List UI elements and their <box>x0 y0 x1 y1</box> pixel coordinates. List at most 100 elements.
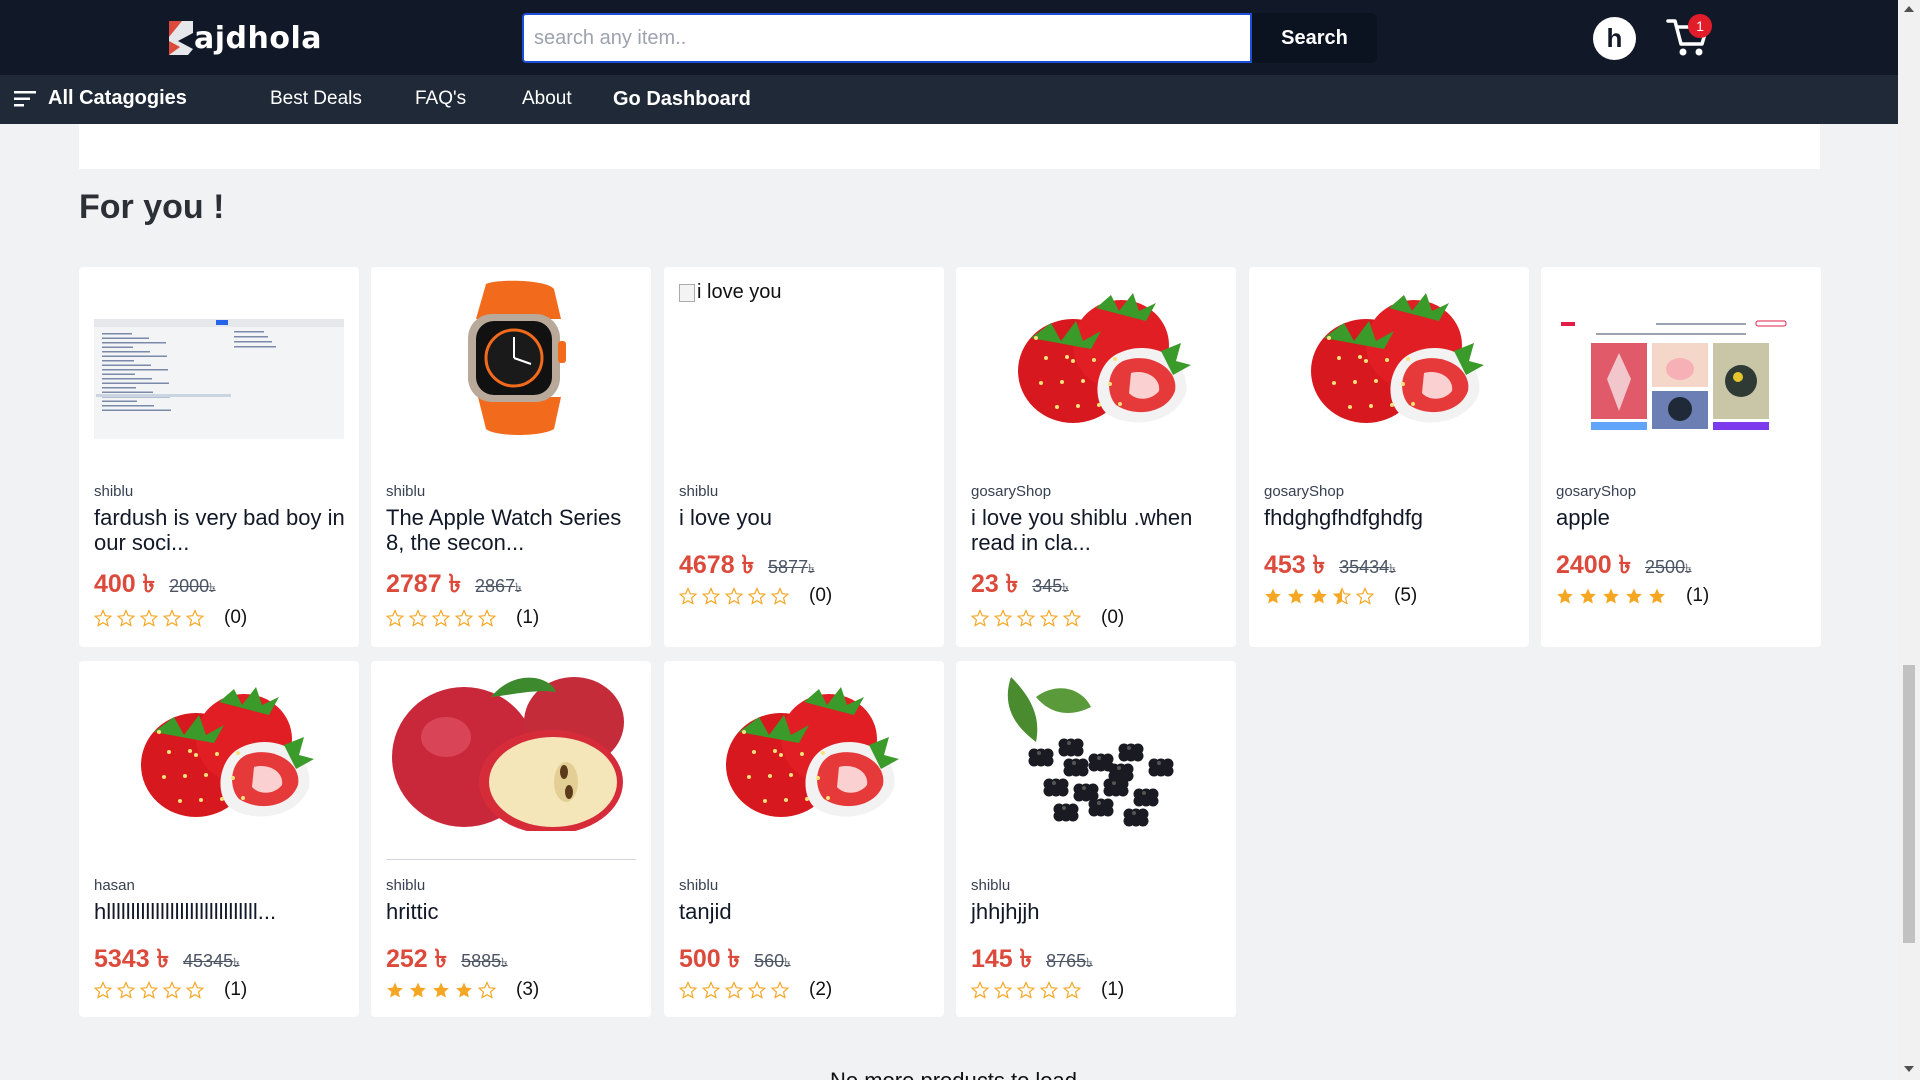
product-card[interactable]: shiblu hrittic 252 ৳ 5885৳ (3) <box>371 661 651 1017</box>
product-image[interactable] <box>1264 279 1514 437</box>
all-categories-label: All Catagogies <box>48 87 187 109</box>
cart-badge: 1 <box>1688 14 1712 38</box>
product-rating: (0) <box>971 607 1124 629</box>
product-rating: (1) <box>94 979 247 1001</box>
product-image[interactable] <box>971 673 1221 831</box>
product-seller: shiblu <box>94 483 134 500</box>
rating-count: (2) <box>809 979 833 1000</box>
product-seller: shiblu <box>971 877 1011 894</box>
price-row: 2787 ৳ 2867৳ <box>386 564 522 607</box>
price-row: 2400 ৳ 2500৳ <box>1556 545 1692 588</box>
rating-count: (1) <box>224 979 248 1000</box>
product-card[interactable]: hasan hlllllllllllllllllllllllllllllll..… <box>79 661 359 1017</box>
product-card[interactable]: gosaryShop apple 2400 ৳ 2500৳ (1) <box>1541 267 1821 647</box>
nav-about[interactable]: About <box>522 88 572 110</box>
product-image[interactable] <box>386 673 636 831</box>
search-input[interactable] <box>522 13 1252 63</box>
star-filled-icon <box>1626 588 1642 604</box>
price-row: 453 ৳ 35434৳ <box>1264 545 1396 588</box>
star-filled-icon <box>410 982 426 998</box>
product-old-price: 35434৳ <box>1339 557 1396 577</box>
star-empty-icon <box>725 981 743 999</box>
product-card[interactable]: shiblu jhhjhjjh 145 ৳ 8765৳ (1) <box>956 661 1236 1017</box>
product-title[interactable]: The Apple Watch Series 8, the secon... <box>386 505 644 555</box>
product-title[interactable]: apple <box>1556 505 1814 530</box>
product-seller: shiblu <box>386 877 426 894</box>
star-filled-icon <box>1288 588 1304 604</box>
nav-faqs[interactable]: FAQ's <box>415 88 466 110</box>
product-rating: (1) <box>971 979 1124 1001</box>
product-image[interactable] <box>971 279 1221 437</box>
scroll-up-arrow[interactable] <box>1904 6 1914 12</box>
product-title[interactable]: fardush is very bad boy in our soci... <box>94 505 352 555</box>
star-empty-icon <box>679 587 697 605</box>
product-seller: gosaryShop <box>971 483 1052 500</box>
product-rating: (1) <box>1556 585 1709 607</box>
star-empty-icon <box>748 981 766 999</box>
product-card[interactable]: i love you shiblu i love you 4678 ৳ 5877… <box>664 267 944 647</box>
product-image[interactable] <box>1556 319 1806 439</box>
star-half-icon <box>1333 587 1351 605</box>
star-empty-icon <box>478 609 496 627</box>
rating-stars <box>971 981 1081 999</box>
product-price: 2400 ৳ <box>1556 551 1632 579</box>
product-seller: shiblu <box>386 483 426 500</box>
product-title[interactable]: jhhjhjjh <box>971 899 1229 924</box>
star-empty-icon <box>971 609 989 627</box>
product-image[interactable] <box>679 673 929 831</box>
star-empty-icon <box>702 587 720 605</box>
product-old-price: 2000৳ <box>169 576 216 596</box>
product-title[interactable]: tanjid <box>679 899 937 924</box>
star-empty-icon <box>94 981 112 999</box>
product-image[interactable] <box>94 319 344 439</box>
nav-best-deals[interactable]: Best Deals <box>270 88 362 110</box>
scrollbar-thumb[interactable] <box>1903 665 1915 943</box>
avatar[interactable]: h <box>1593 17 1636 60</box>
product-card[interactable]: shiblu tanjid 500 ৳ 560৳ (2) <box>664 661 944 1017</box>
all-categories-menu[interactable]: All Catagogies <box>14 87 187 110</box>
logo-icon <box>169 21 193 55</box>
logo-text: ajdhola <box>194 20 322 56</box>
star-empty-icon <box>771 981 789 999</box>
nav-go-dashboard[interactable]: Go Dashboard <box>613 88 751 111</box>
star-empty-icon <box>163 609 181 627</box>
rating-count: (1) <box>516 607 540 628</box>
product-old-price: 5877৳ <box>768 557 815 577</box>
product-card[interactable]: gosaryShop fhdghgfhdfghdfg 453 ৳ 35434৳ … <box>1249 267 1529 647</box>
product-title[interactable]: i love you <box>679 505 937 530</box>
scroll-down-arrow[interactable] <box>1904 1066 1914 1072</box>
product-title[interactable]: hlllllllllllllllllllllllllllllll... <box>94 899 352 924</box>
rating-count: (3) <box>516 979 540 1000</box>
product-rating: (2) <box>679 979 832 1001</box>
product-old-price: 45345৳ <box>183 951 240 971</box>
logo[interactable]: ajdhola <box>166 18 322 58</box>
search-button[interactable]: Search <box>1252 13 1377 63</box>
broken-image-icon <box>679 283 695 302</box>
star-empty-icon <box>702 981 720 999</box>
star-empty-icon <box>1040 981 1058 999</box>
star-empty-icon <box>117 609 135 627</box>
rating-stars <box>971 609 1081 627</box>
section-title: For you ! <box>79 188 225 226</box>
product-seller: gosaryShop <box>1556 483 1637 500</box>
star-empty-icon <box>94 609 112 627</box>
product-image[interactable] <box>386 279 636 437</box>
product-title[interactable]: i love you shiblu .when read in cla... <box>971 505 1229 555</box>
star-empty-icon <box>1063 981 1081 999</box>
product-rating: (3) <box>386 979 539 1001</box>
product-card[interactable]: shiblu The Apple Watch Series 8, the sec… <box>371 267 651 647</box>
product-old-price: 2867৳ <box>475 576 522 596</box>
rating-count: (0) <box>809 585 833 606</box>
product-image[interactable] <box>94 673 344 831</box>
star-empty-icon <box>1356 587 1374 605</box>
product-rating: (0) <box>94 607 247 629</box>
product-seller: shiblu <box>679 483 719 500</box>
product-title[interactable]: fhdghgfhdfghdfg <box>1264 505 1522 530</box>
star-empty-icon <box>771 587 789 605</box>
product-title[interactable]: hrittic <box>386 899 644 924</box>
product-card[interactable]: shiblu fardush is very bad boy in our so… <box>79 267 359 647</box>
product-old-price: 2500৳ <box>1645 557 1692 577</box>
product-price: 4678 ৳ <box>679 551 755 579</box>
product-card[interactable]: gosaryShop i love you shiblu .when read … <box>956 267 1236 647</box>
broken-image: i love you <box>679 281 782 304</box>
